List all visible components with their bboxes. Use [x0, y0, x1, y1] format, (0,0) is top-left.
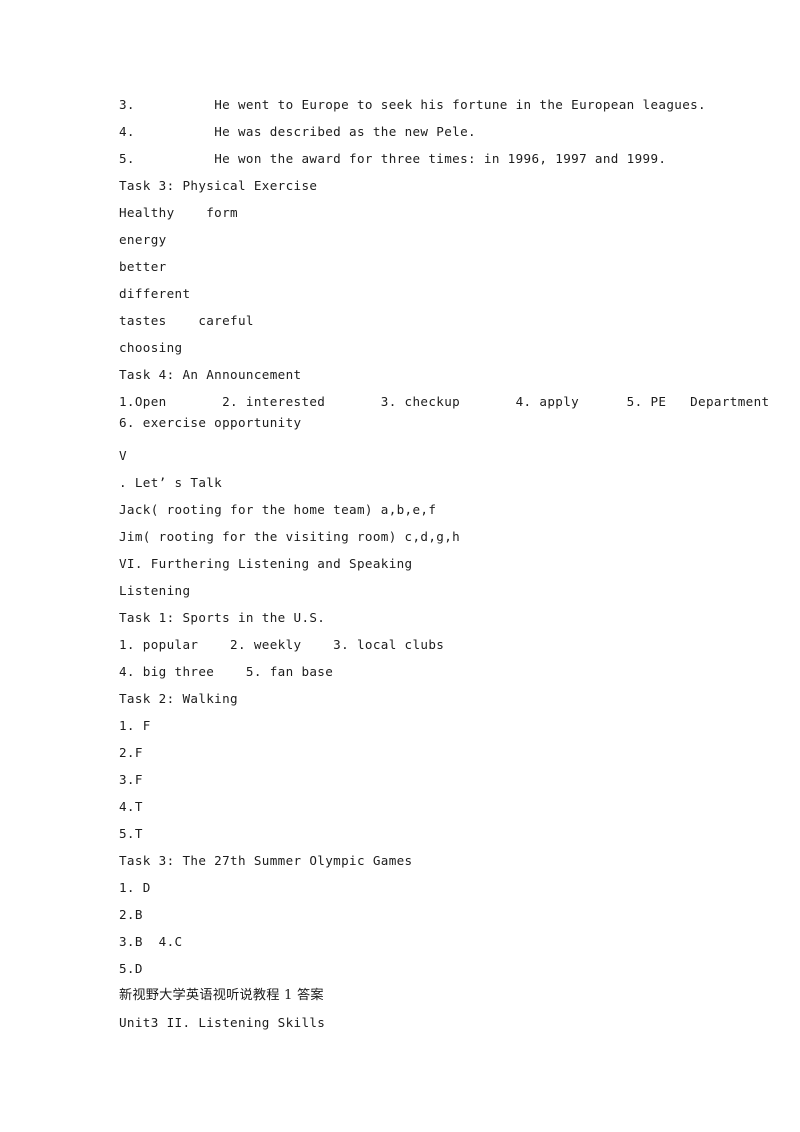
heading-section6-furthering-listening: VI. Furthering Listening and Speaking — [119, 556, 413, 571]
answer-line-ftask2-5: 5.T — [119, 826, 143, 841]
heading-ftask2-walking: Task 2: Walking — [119, 691, 238, 706]
answer-line-task3-1: Healthy form — [119, 205, 238, 220]
answer-line-ftask1-row1: 1. popular 2. weekly 3. local clubs — [119, 637, 445, 652]
answer-line-jack: Jack( rooting for the home team) a,b,e,f — [119, 502, 437, 517]
answer-line-q3: 3. He went to Europe to seek his fortune… — [119, 97, 706, 112]
answer-line-ftask2-4: 4.T — [119, 799, 143, 814]
answer-line-ftask2-2: 2.F — [119, 745, 143, 760]
document-text-body: 3. He went to Europe to seek his fortune… — [119, 91, 770, 1036]
answer-line-q5: 5. He won the award for three times: in … — [119, 151, 667, 166]
heading-ftask3-olympic-games: Task 3: The 27th Summer Olympic Games — [119, 853, 413, 868]
answer-line-task4-row1: 1.Open 2. interested 3. checkup 4. apply… — [119, 394, 770, 409]
answer-line-ftask3-1: 1. D — [119, 880, 151, 895]
answer-line-ftask3-3-4: 3.B 4.C — [119, 934, 183, 949]
answer-line-ftask1-row2: 4. big three 5. fan base — [119, 664, 334, 679]
heading-unit3-listening-skills: Unit3 II. Listening Skills — [119, 1015, 326, 1030]
subheading-listening: Listening — [119, 583, 191, 598]
answer-line-task3-4: different — [119, 286, 191, 301]
answer-line-q4: 4. He was described as the new Pele. — [119, 124, 476, 139]
document-page: 3. He went to Europe to seek his fortune… — [0, 0, 800, 1132]
answer-line-ftask2-1: 1. F — [119, 718, 151, 733]
answer-line-ftask3-2: 2.B — [119, 907, 143, 922]
heading-task3-physical-exercise: Task 3: Physical Exercise — [119, 178, 318, 193]
section-numeral-five: V — [119, 448, 127, 463]
heading-task4-announcement: Task 4: An Announcement — [119, 367, 302, 382]
heading-lets-talk: . Let’ s Talk — [119, 475, 223, 490]
answer-line-task3-5: tastes careful — [119, 313, 254, 328]
answer-line-task3-2: energy — [119, 232, 167, 247]
answer-line-jim: Jim( rooting for the visiting room) c,d,… — [119, 529, 461, 544]
answer-line-task3-3: better — [119, 259, 167, 274]
answer-line-task3-6: choosing — [119, 340, 183, 355]
answer-line-ftask2-3: 3.F — [119, 772, 143, 787]
answer-line-ftask3-5: 5.D — [119, 961, 143, 976]
heading-ftask1-sports-in-us: Task 1: Sports in the U.S. — [119, 610, 326, 625]
book-title-chinese: 新视野大学英语视听说教程 1 答案 — [119, 988, 324, 1003]
answer-line-task4-row2: 6. exercise opportunity — [119, 415, 302, 430]
